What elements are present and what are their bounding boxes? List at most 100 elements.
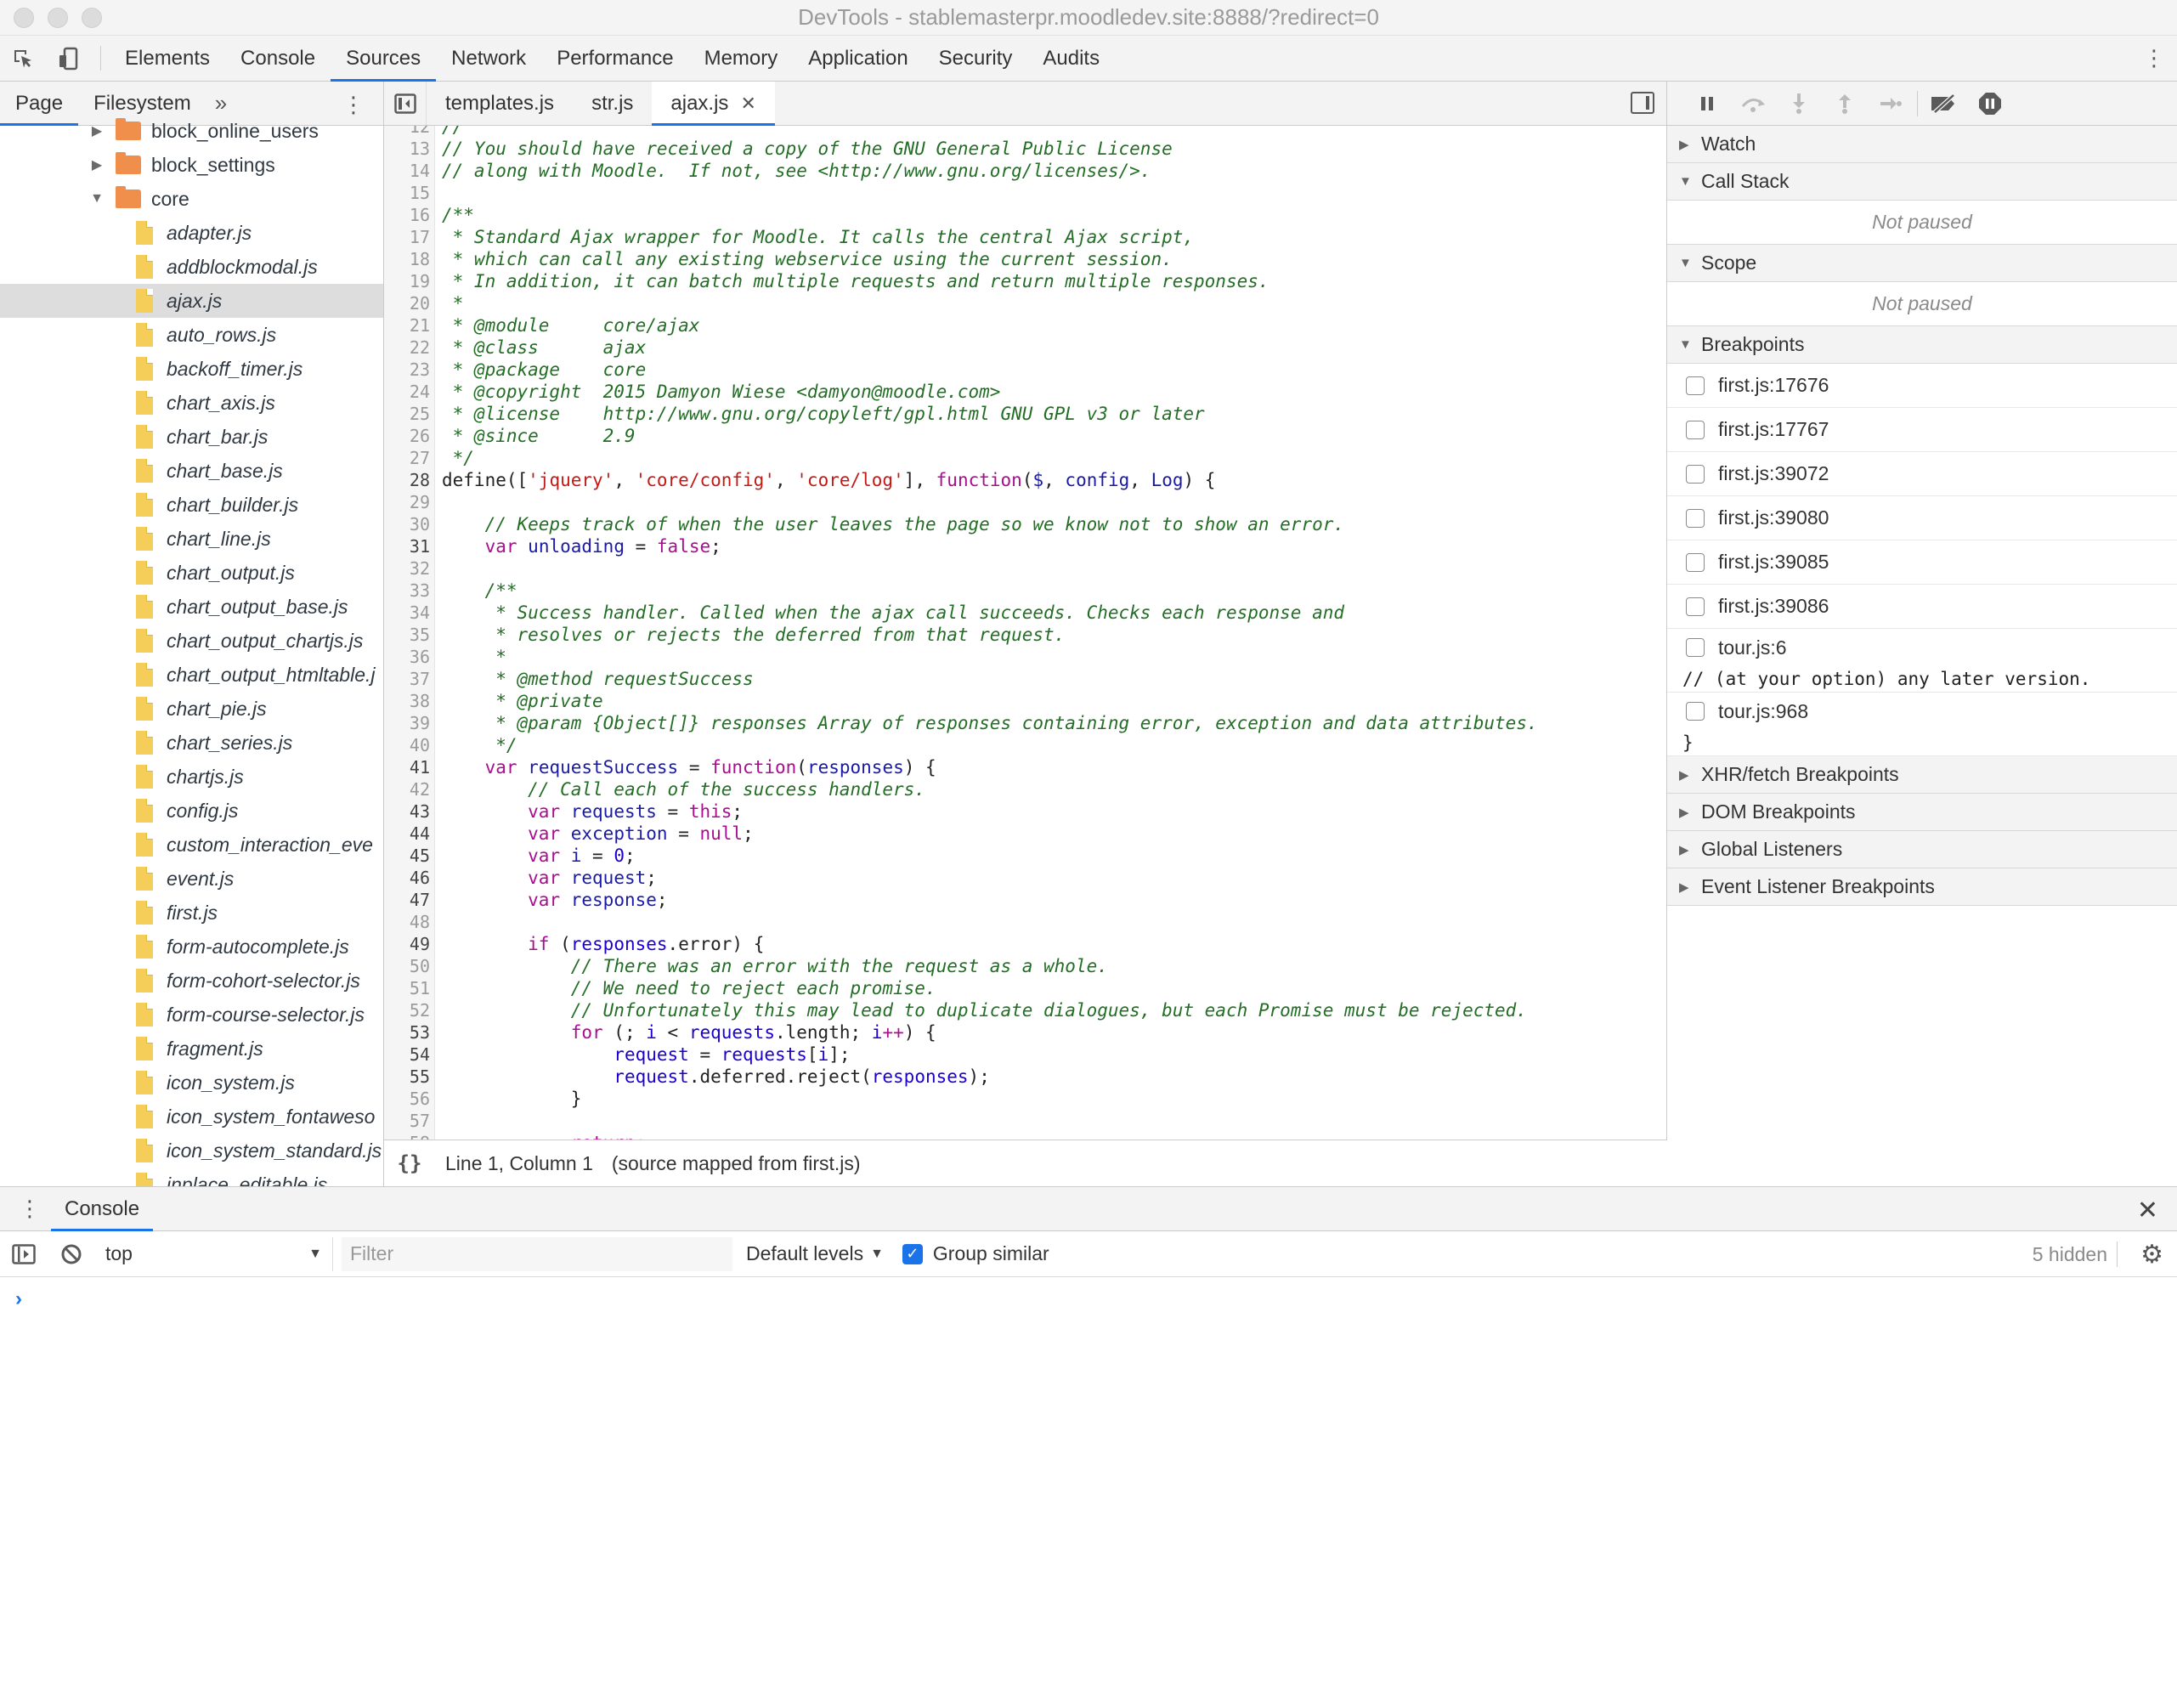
customize-menu-button[interactable]: ⋮ [2131, 45, 2177, 71]
section-xhr-fetch-breakpoints[interactable]: ▶ XHR/fetch Breakpoints [1667, 756, 2177, 794]
breakpoint-checkbox[interactable] [1686, 464, 1705, 484]
drawer-menu-button[interactable]: ⋮ [0, 1187, 59, 1230]
close-tab-icon[interactable]: ✕ [740, 93, 755, 115]
line-number[interactable]: 51 [384, 977, 430, 999]
tree-folder[interactable]: ▶ block_online_users [0, 114, 383, 148]
tree-file[interactable]: chart_axis.js [0, 386, 383, 420]
line-number[interactable]: 17 [384, 226, 430, 248]
tab-application[interactable]: Application [793, 36, 923, 81]
deactivate-breakpoints-button[interactable] [1921, 87, 1967, 121]
line-number[interactable]: 21 [384, 314, 430, 337]
source-map-info[interactable]: (source mapped from first.js) [612, 1152, 861, 1175]
triangle-right-icon[interactable]: ▶ [88, 156, 105, 173]
scope-section[interactable]: ▼ Scope [1667, 245, 2177, 282]
line-number[interactable]: 13 [384, 138, 430, 160]
tab-elements[interactable]: Elements [110, 36, 225, 81]
line-number[interactable]: 15 [384, 182, 430, 204]
line-number[interactable]: 48 [384, 911, 430, 933]
line-number[interactable]: 26 [384, 425, 430, 447]
line-number[interactable]: 16 [384, 204, 430, 226]
step-button[interactable] [1868, 87, 1914, 121]
breakpoint-row[interactable]: first.js:39085 [1667, 540, 2177, 585]
breakpoint-checkbox[interactable] [1686, 702, 1705, 721]
breakpoint-row[interactable]: first.js:39072 [1667, 452, 2177, 496]
pause-button[interactable] [1684, 87, 1730, 121]
line-number[interactable]: 52 [384, 999, 430, 1021]
pause-on-exceptions-button[interactable] [1967, 87, 2013, 121]
section-global-listeners[interactable]: ▶ Global Listeners [1667, 831, 2177, 868]
tree-file[interactable]: chart_builder.js [0, 488, 383, 522]
triangle-right-icon[interactable]: ▶ [88, 122, 105, 139]
tab-network[interactable]: Network [436, 36, 541, 81]
tab-sources[interactable]: Sources [331, 36, 437, 82]
group-similar-toggle[interactable]: ✓ Group similar [902, 1242, 1049, 1265]
line-number[interactable]: 58 [384, 1132, 430, 1140]
breakpoint-row[interactable]: first.js:39080 [1667, 496, 2177, 540]
tree-file[interactable]: addblockmodal.js [0, 250, 383, 284]
call-stack-section[interactable]: ▼ Call Stack [1667, 163, 2177, 201]
close-drawer-button[interactable]: ✕ [2137, 1196, 2158, 1225]
tree-file[interactable]: config.js [0, 794, 383, 828]
tree-file[interactable]: chart_bar.js [0, 420, 383, 454]
line-number[interactable]: 55 [384, 1066, 430, 1088]
line-number[interactable]: 47 [384, 889, 430, 911]
breakpoint-row[interactable]: first.js:39086 [1667, 585, 2177, 629]
line-number[interactable]: 34 [384, 602, 430, 624]
line-number[interactable]: 54 [384, 1043, 430, 1066]
breakpoint-row[interactable]: first.js:17676 [1667, 364, 2177, 408]
line-number[interactable]: 50 [384, 955, 430, 977]
line-number[interactable]: 24 [384, 381, 430, 403]
code-area[interactable]: 12 // 13 // You should have received a copy… [384, 126, 1667, 1140]
line-number[interactable]: 23 [384, 359, 430, 381]
close-window-button[interactable] [14, 8, 34, 28]
log-levels-dropdown[interactable]: Default levels ▼ [746, 1242, 884, 1265]
tree-file[interactable]: icon_system_standard.js [0, 1134, 383, 1168]
line-number[interactable]: 20 [384, 292, 430, 314]
tree-file[interactable]: form-course-selector.js [0, 998, 383, 1032]
line-number[interactable]: 31 [384, 535, 430, 557]
step-out-button[interactable] [1822, 87, 1868, 121]
tree-folder[interactable]: ▼ core [0, 182, 383, 216]
tab-memory[interactable]: Memory [689, 36, 794, 81]
console-settings-button[interactable]: ⚙ [2140, 1240, 2163, 1270]
line-number[interactable]: 18 [384, 248, 430, 270]
tree-file[interactable]: chart_output_base.js [0, 590, 383, 624]
line-number[interactable]: 44 [384, 823, 430, 845]
pretty-print-button[interactable]: {} [384, 1151, 435, 1175]
tree-file[interactable]: chart_output.js [0, 556, 383, 590]
line-number[interactable]: 53 [384, 1021, 430, 1043]
line-number[interactable]: 39 [384, 712, 430, 734]
tab-security[interactable]: Security [924, 36, 1028, 81]
line-number[interactable]: 40 [384, 734, 430, 756]
tree-file[interactable]: adapter.js [0, 216, 383, 250]
breakpoint-row[interactable]: tour.js:968 [1667, 693, 2177, 730]
breakpoint-row[interactable]: first.js:17767 [1667, 408, 2177, 452]
breakpoint-checkbox[interactable] [1686, 638, 1705, 657]
tree-file[interactable]: ajax.js [0, 284, 383, 318]
tree-file[interactable]: chart_base.js [0, 454, 383, 488]
tree-file[interactable]: first.js [0, 896, 383, 930]
line-number[interactable]: 32 [384, 557, 430, 580]
step-over-button[interactable] [1730, 87, 1776, 121]
checkbox-checked-icon[interactable]: ✓ [902, 1243, 923, 1264]
line-number[interactable]: 35 [384, 624, 430, 646]
tree-file[interactable]: chart_output_htmltable.j [0, 658, 383, 692]
tab-console[interactable]: Console [225, 36, 331, 81]
editor-tab-templates-js[interactable]: templates.js [427, 82, 573, 125]
breakpoint-checkbox[interactable] [1686, 376, 1705, 395]
line-number[interactable]: 56 [384, 1088, 430, 1110]
tree-file[interactable]: chart_pie.js [0, 692, 383, 726]
breakpoint-checkbox[interactable] [1686, 597, 1705, 616]
line-number[interactable]: 41 [384, 756, 430, 778]
breakpoint-checkbox[interactable] [1686, 552, 1705, 572]
tree-file[interactable]: custom_interaction_eve [0, 828, 383, 862]
tree-file[interactable]: icon_system_fontaweso [0, 1100, 383, 1134]
tree-file[interactable]: chartjs.js [0, 760, 383, 794]
line-number[interactable]: 36 [384, 646, 430, 668]
console-filter-input[interactable] [342, 1236, 732, 1271]
line-number[interactable]: 49 [384, 933, 430, 955]
breakpoint-row[interactable]: tour.js:6 [1667, 629, 2177, 666]
section-dom-breakpoints[interactable]: ▶ DOM Breakpoints [1667, 794, 2177, 831]
tab-console[interactable]: Console [50, 1187, 154, 1231]
watch-section[interactable]: ▶ Watch [1667, 126, 2177, 163]
